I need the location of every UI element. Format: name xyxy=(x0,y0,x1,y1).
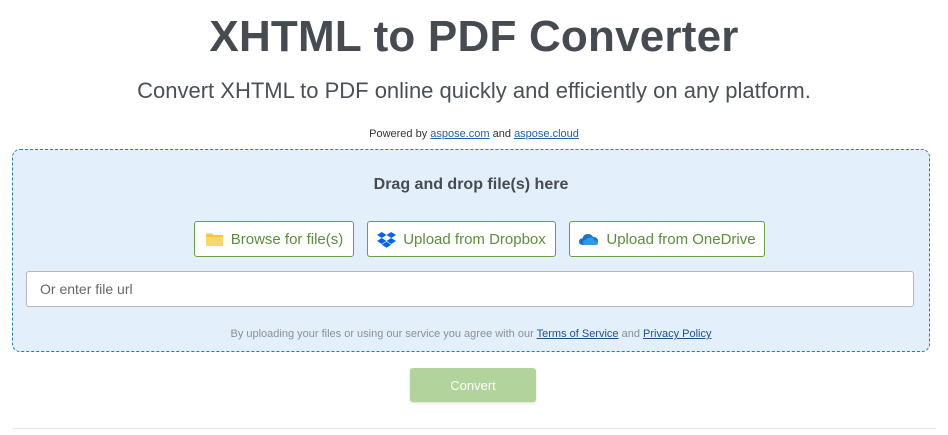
browse-files-label: Browse for file(s) xyxy=(230,230,344,248)
terms-prefix: By uploading your files or using our ser… xyxy=(230,328,534,340)
onedrive-icon xyxy=(578,232,599,246)
page-title: XHTML to PDF Converter xyxy=(209,12,739,61)
powered-by-prefix: Powered by xyxy=(369,128,428,140)
terms-notice: By uploading your files or using our ser… xyxy=(13,328,929,340)
page-subtitle: Convert XHTML to PDF online quickly and … xyxy=(137,78,811,103)
folder-icon xyxy=(205,232,224,247)
file-url-input[interactable] xyxy=(26,271,914,307)
dropbox-icon xyxy=(377,231,397,248)
dropzone-title: Drag and drop file(s) here xyxy=(373,176,569,193)
upload-dropbox-label: Upload from Dropbox xyxy=(403,230,546,248)
terms-and: and xyxy=(621,328,640,340)
upload-dropbox-button[interactable]: Upload from Dropbox xyxy=(367,221,556,257)
convert-button[interactable]: Convert xyxy=(410,368,536,402)
upload-onedrive-label: Upload from OneDrive xyxy=(606,230,756,248)
aspose-cloud-link[interactable]: aspose.cloud xyxy=(514,128,579,140)
powered-by-and: and xyxy=(492,128,511,140)
browse-files-button[interactable]: Browse for file(s) xyxy=(194,221,354,257)
upload-onedrive-button[interactable]: Upload from OneDrive xyxy=(569,221,765,257)
file-dropzone[interactable]: Drag and drop file(s) here Browse for fi… xyxy=(12,149,930,352)
terms-of-service-link[interactable]: Terms of Service xyxy=(537,328,619,340)
privacy-policy-link[interactable]: Privacy Policy xyxy=(643,328,711,340)
aspose-com-link[interactable]: aspose.com xyxy=(430,128,489,140)
footer-divider xyxy=(12,428,936,429)
powered-by: Powered by aspose.com and aspose.cloud xyxy=(0,128,948,140)
